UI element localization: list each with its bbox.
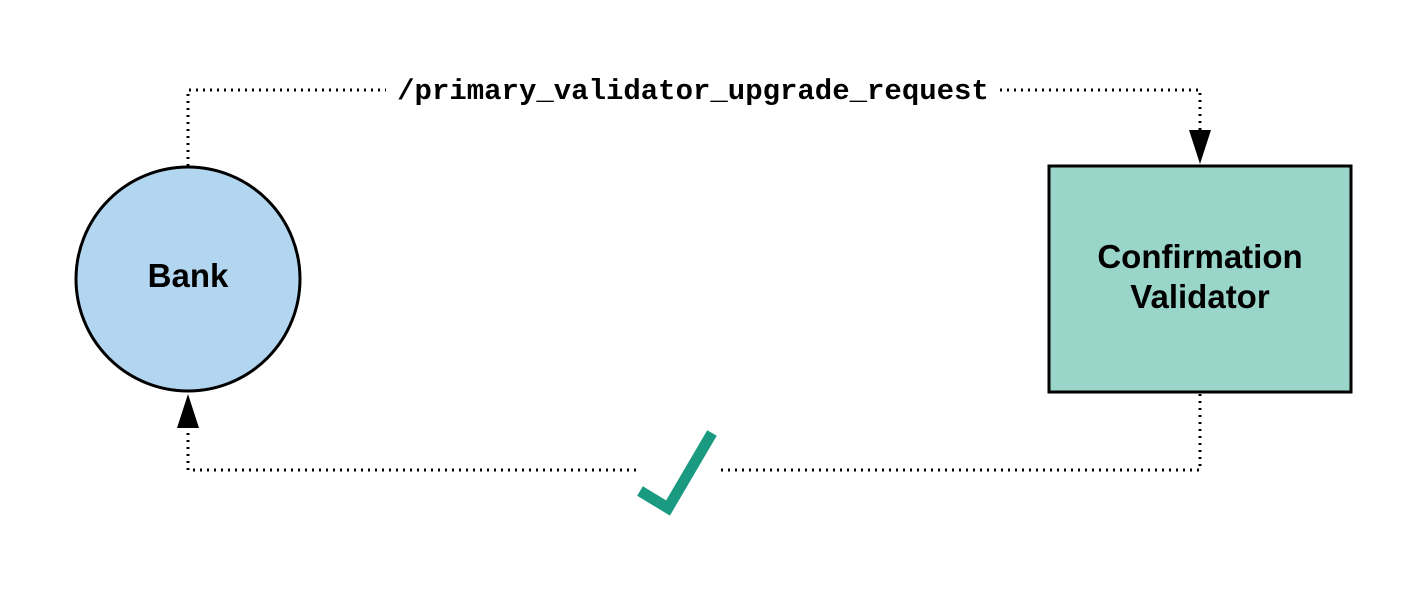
edge-response-line-right: [717, 394, 1202, 472]
edge-upgrade-request-line-left: [186, 88, 386, 166]
node-bank: Bank: [74, 165, 302, 393]
confirmation-validator-label-line1: Confirmation: [1097, 238, 1302, 275]
diagram-canvas: /primary_validator_upgrade_request Bank …: [74, 75, 1353, 516]
edge-upgrade-request: /primary_validator_upgrade_request: [186, 75, 1211, 166]
checkmark-icon: [637, 430, 717, 516]
bank-label: Bank: [148, 257, 229, 294]
arrowhead-down-icon: [1189, 130, 1211, 164]
edge-upgrade-request-line-right: [1000, 88, 1202, 132]
node-confirmation-validator: Confirmation Validator: [1047, 164, 1353, 394]
edge-response-line-left: [186, 428, 636, 472]
confirmation-validator-label-line2: Validator: [1130, 278, 1270, 315]
arrowhead-up-icon: [177, 394, 199, 428]
edge-upgrade-request-label: /primary_validator_upgrade_request: [397, 75, 989, 108]
edge-response: [177, 394, 1202, 516]
